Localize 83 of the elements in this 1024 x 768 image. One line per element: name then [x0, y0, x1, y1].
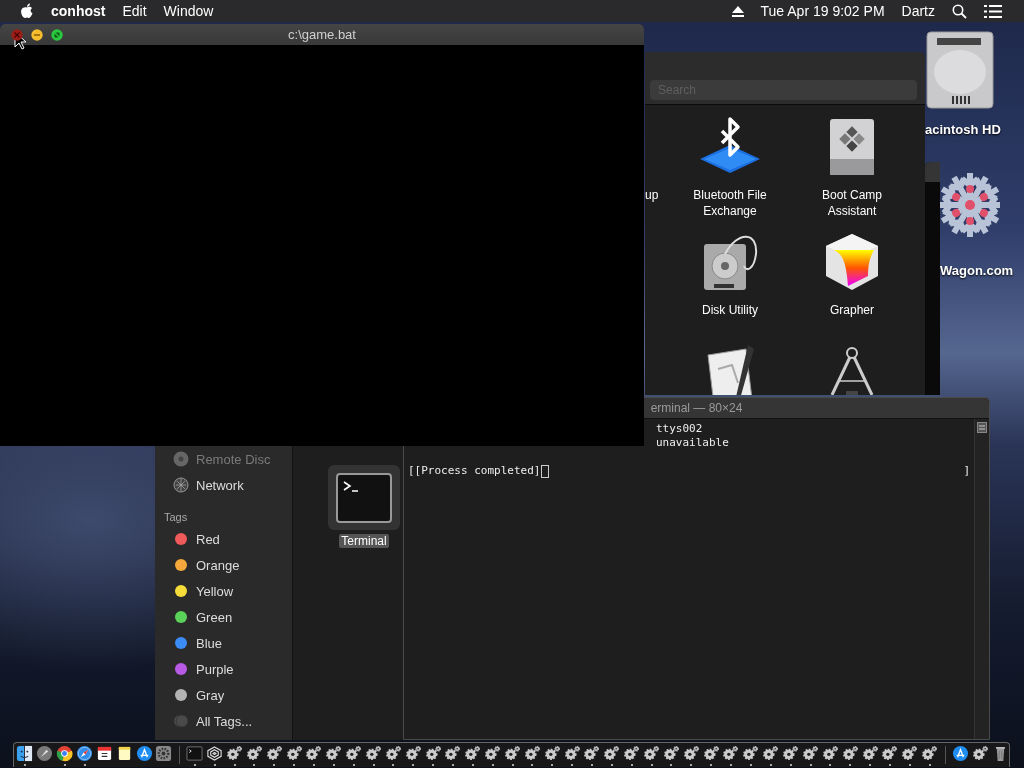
app-label[interactable]: up: [645, 187, 659, 203]
gears-icon[interactable]: [285, 743, 303, 767]
gears-icon[interactable]: [642, 743, 661, 767]
terminal-text: ttys002: [656, 422, 703, 436]
spiderweb-icon[interactable]: [205, 743, 224, 767]
all-tags-icon: [173, 713, 189, 729]
gears-icon[interactable]: [324, 743, 343, 767]
gears-icon[interactable]: [424, 743, 443, 767]
gears-icon[interactable]: [861, 743, 879, 767]
sidebar-item[interactable]: All Tags...: [155, 708, 292, 734]
gears-icon[interactable]: [761, 743, 780, 767]
tag-item[interactable]: Purple: [155, 656, 292, 682]
gears-icon[interactable]: [662, 743, 681, 767]
gears-icon[interactable]: [622, 743, 641, 767]
gears-icon[interactable]: [543, 743, 562, 767]
browser-icon[interactable]: [55, 743, 74, 767]
face-icon[interactable]: [16, 743, 34, 767]
gears-icon[interactable]: [722, 743, 740, 767]
gears-icon[interactable]: [483, 743, 502, 767]
gears-icon[interactable]: [841, 743, 860, 767]
tag-item[interactable]: Red: [155, 526, 292, 552]
gears-icon[interactable]: [444, 743, 462, 767]
gears-icon[interactable]: [583, 743, 601, 767]
menu-item[interactable]: Edit: [122, 3, 147, 19]
menu-clock[interactable]: Tue Apr 19 9:02 PM: [760, 3, 885, 19]
gears-icon[interactable]: [404, 743, 423, 767]
gears-icon[interactable]: [265, 743, 284, 767]
gears-icon[interactable]: [801, 743, 820, 767]
gears-icon[interactable]: [344, 743, 363, 767]
terminal-text: [[Process completed]: [408, 464, 541, 478]
gears-icon[interactable]: [821, 743, 840, 767]
close-button[interactable]: [11, 28, 23, 41]
disc-icon: [173, 451, 189, 467]
tag-item[interactable]: Orange: [155, 552, 292, 578]
window-title: c:\game.bat: [287, 27, 357, 42]
list-icon[interactable]: [984, 4, 1002, 18]
desktop-icon-label[interactable]: Wagon.com: [940, 263, 1014, 278]
app-label[interactable]: Boot Camp Assistant: [797, 187, 907, 219]
gears-icon[interactable]: [563, 743, 582, 767]
gears-icon[interactable]: [463, 743, 482, 767]
hard-drive-icon[interactable]: [925, 30, 995, 110]
zoom-button[interactable]: [51, 28, 63, 41]
desktop-icon-label[interactable]: acintosh HD: [925, 122, 1001, 137]
gears-icon[interactable]: [503, 743, 522, 767]
compass-icon[interactable]: [75, 743, 94, 767]
gears-icon[interactable]: [781, 743, 800, 767]
gears-icon[interactable]: [900, 743, 919, 767]
minimize-button[interactable]: [31, 28, 43, 41]
app-label[interactable]: Bluetooth File Exchange: [675, 187, 785, 219]
gears-icon[interactable]: [880, 743, 899, 767]
gears-icon[interactable]: [384, 743, 403, 767]
eject-icon[interactable]: [731, 5, 744, 17]
gears-icon[interactable]: [602, 743, 621, 767]
app-label[interactable]: Grapher: [797, 302, 907, 318]
sidebar-item[interactable]: Network: [155, 472, 292, 498]
file-label[interactable]: Terminal: [339, 534, 389, 548]
gears-icon[interactable]: [741, 743, 760, 767]
gears-icon[interactable]: [702, 743, 721, 767]
tag-item[interactable]: Blue: [155, 630, 292, 656]
gears-icon[interactable]: [920, 743, 939, 767]
terminal-icon: [336, 472, 392, 523]
window-title-bar: [925, 162, 940, 182]
gears-icon[interactable]: [364, 743, 383, 767]
gears-icon[interactable]: [523, 743, 542, 767]
user-menu[interactable]: Dartz: [901, 3, 935, 19]
terminal-text: unavailable: [656, 436, 729, 450]
file-tile[interactable]: [328, 465, 400, 530]
terminal-text: ]: [963, 464, 970, 478]
apple-logo-icon[interactable]: [20, 3, 34, 19]
globe-icon: [173, 477, 189, 493]
gears-icon[interactable]: [682, 743, 701, 767]
gears-icon[interactable]: [245, 743, 264, 767]
menu-item[interactable]: Window: [163, 3, 214, 19]
tag-item[interactable]: Yellow: [155, 578, 292, 604]
gears-icon[interactable]: [225, 743, 244, 767]
app-label[interactable]: Disk Utility: [675, 302, 785, 318]
app-menu[interactable]: conhost: [51, 3, 106, 19]
sidebar-heading: Tags: [163, 510, 189, 525]
gears-icon[interactable]: [305, 743, 323, 767]
search-icon[interactable]: [952, 3, 967, 19]
tag-item[interactable]: Gray: [155, 682, 292, 708]
text-cursor: [541, 464, 550, 478]
tag-item[interactable]: Green: [155, 604, 292, 630]
